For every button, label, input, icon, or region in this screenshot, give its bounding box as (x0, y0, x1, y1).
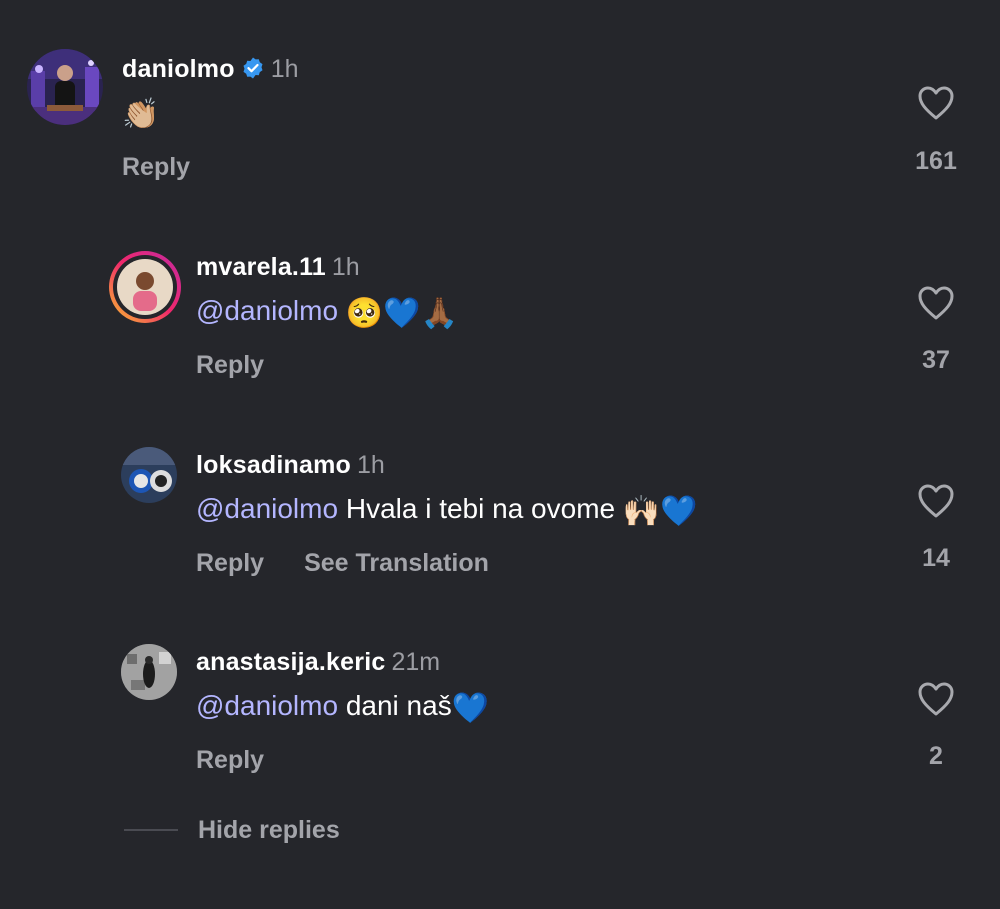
emoji: 💙 (451, 691, 490, 726)
avatar-anastasija[interactable] (121, 644, 177, 700)
hide-replies-label: Hide replies (198, 816, 340, 844)
comment-header: anastasija.keric 21m (196, 647, 440, 677)
reply-button[interactable]: Reply (196, 746, 264, 774)
hide-replies-button[interactable]: Hide replies (124, 815, 340, 845)
username[interactable]: anastasija.keric (196, 648, 385, 676)
like-button[interactable] (916, 681, 956, 717)
comment-actions: Reply (196, 745, 264, 775)
comment-anastasija: anastasija.keric 21m @daniolmo dani naš💙 … (0, 0, 1000, 800)
comment-text: @daniolmo dani naš💙 (196, 689, 489, 726)
heart-outline-icon (918, 682, 954, 716)
timestamp: 21m (391, 648, 441, 676)
comment-body: dani naš (345, 690, 452, 721)
divider-line (124, 829, 178, 831)
like-count: 2 (929, 742, 943, 770)
mention-link[interactable]: @daniolmo (196, 690, 338, 721)
